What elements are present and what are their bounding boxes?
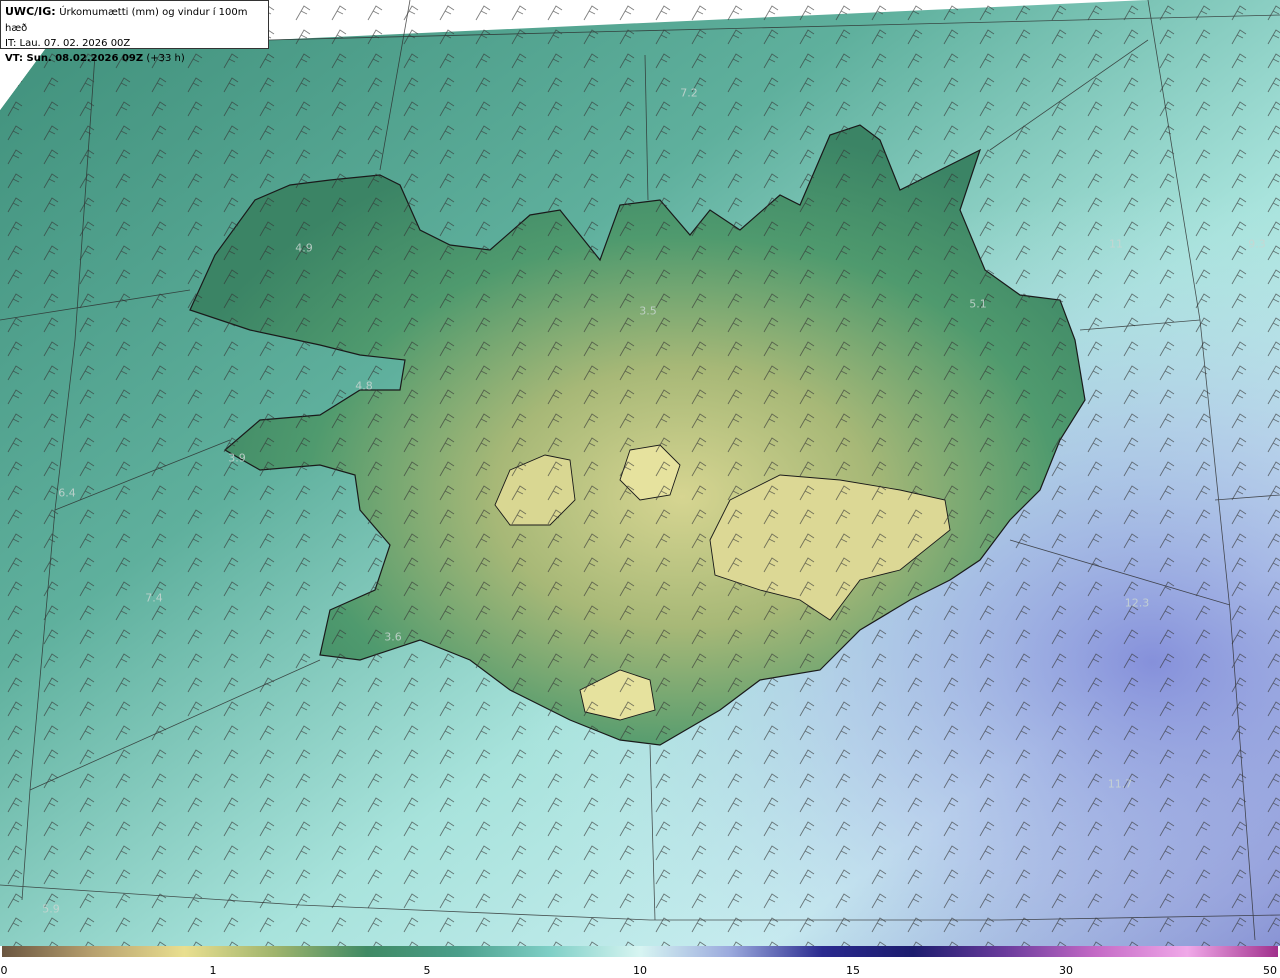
- forecast-hour: (+33 h): [146, 53, 185, 64]
- map-value-label: 9.3: [1248, 237, 1266, 251]
- map-value-label: 7.2: [680, 86, 698, 100]
- colorbar-tick: 1: [209, 964, 217, 977]
- colorbar-tick: 50: [1263, 964, 1277, 977]
- map-value-label: 3.6: [384, 630, 402, 644]
- map-title-box: UWC/IG: Úrkomumætti (mm) og vindur í 100…: [0, 0, 269, 64]
- precipitation-map: [0, 0, 1280, 946]
- map-value-label: 11.7: [1107, 777, 1133, 791]
- colorbar-tick: 5: [423, 964, 431, 977]
- map-value-label: 6.4: [58, 486, 76, 500]
- colorbar-tick: 30: [1059, 964, 1073, 977]
- map-value-label: 12.3: [1124, 596, 1150, 610]
- map-value-label: 4.8: [355, 379, 373, 393]
- colorbar-tick: 10: [633, 964, 647, 977]
- colorbar-strip: [2, 946, 1278, 957]
- map-value-label: 3.5: [639, 304, 657, 318]
- map-value-label: 5.1: [969, 297, 987, 311]
- map-value-label: 4.9: [295, 241, 313, 255]
- colorbar-tick: 0: [0, 964, 8, 977]
- model-name: UWC/IG:: [5, 5, 56, 18]
- map-value-label: 7.4: [145, 591, 163, 605]
- valid-time: VT: Sun. 08.02.2026 09Z: [5, 53, 144, 64]
- map-value-label: 3.9: [228, 451, 246, 465]
- colorbar: 0 1 5 10 15 30 50: [0, 946, 1280, 978]
- map-value-label: 11: [1109, 237, 1123, 251]
- colorbar-tick: 15: [846, 964, 860, 977]
- init-time: IT: Lau. 07. 02. 2026 00Z: [5, 38, 131, 49]
- map-value-label: 5.9: [42, 902, 60, 916]
